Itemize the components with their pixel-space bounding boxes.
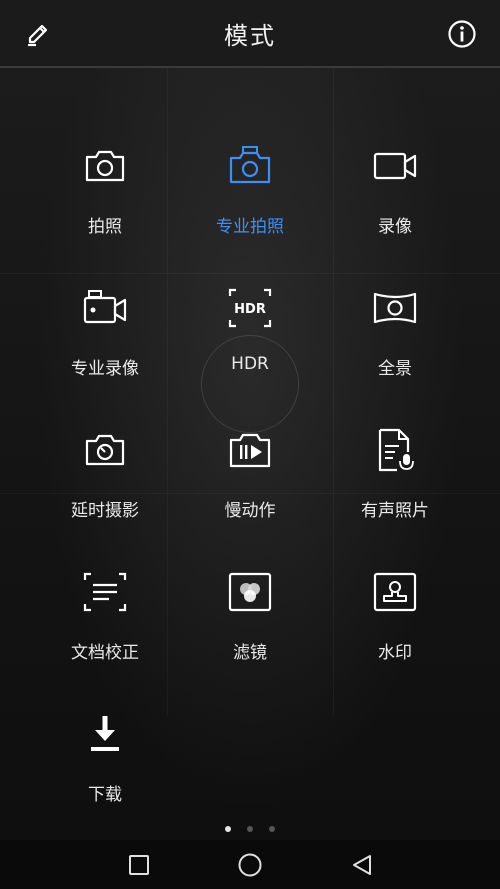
mode-video[interactable]: 录像: [315, 130, 475, 260]
hdr-icon: HDR: [228, 288, 272, 328]
square-icon: [129, 855, 149, 875]
mode-filter[interactable]: 滤镜: [170, 556, 330, 686]
mode-grid: 拍照 专业拍照 录像 专业录像 HDR HDR 全景 延时摄影 慢动作 有声照片…: [0, 66, 500, 826]
page-indicator: [0, 826, 500, 834]
mode-document-correction[interactable]: 文档校正: [25, 556, 185, 686]
pro-camera-icon: [229, 146, 271, 184]
info-button[interactable]: [442, 14, 482, 54]
mode-panorama[interactable]: 全景: [315, 272, 475, 402]
mode-label: 下载: [88, 785, 122, 805]
download-icon: [91, 716, 119, 751]
mode-slow-motion[interactable]: 慢动作: [170, 414, 330, 544]
mode-label: 全景: [378, 359, 412, 379]
back-button[interactable]: [345, 848, 379, 882]
timelapse-icon: [85, 434, 125, 466]
filter-icon: [228, 572, 272, 612]
back-triangle-icon: [353, 855, 371, 875]
recents-button[interactable]: [122, 848, 156, 882]
mode-label: 文档校正: [71, 643, 139, 663]
circle-icon: [238, 853, 262, 877]
mode-pro-photo[interactable]: 专业拍照: [170, 130, 330, 260]
panorama-icon: [373, 292, 417, 324]
page-dot: [269, 826, 275, 832]
mode-label: 慢动作: [224, 501, 276, 521]
camera-icon: [85, 150, 125, 182]
mode-label: 专业录像: [71, 359, 139, 379]
mode-label: HDR: [231, 354, 269, 374]
mode-pro-video[interactable]: 专业录像: [25, 272, 185, 402]
mode-label: 录像: [378, 217, 412, 237]
mode-audio-photo[interactable]: 有声照片: [315, 414, 475, 544]
mode-label: 专业拍照: [216, 217, 284, 237]
mode-label: 拍照: [88, 217, 122, 237]
page-dot: [247, 826, 253, 832]
pro-video-icon: [83, 290, 127, 324]
video-camera-icon: [373, 152, 417, 180]
hdr-badge-text: HDR: [234, 302, 266, 317]
info-icon: [448, 20, 476, 48]
mode-watermark[interactable]: 水印: [315, 556, 475, 686]
slow-motion-icon: [229, 433, 271, 468]
mode-download[interactable]: 下载: [25, 698, 185, 828]
mode-photo[interactable]: 拍照: [25, 130, 185, 260]
document-scan-icon: [83, 572, 127, 612]
page-title: 模式: [224, 22, 276, 50]
audio-photo-icon: [378, 428, 414, 472]
mode-timelapse[interactable]: 延时摄影: [25, 414, 185, 544]
system-nav-bar: [0, 840, 500, 889]
home-button[interactable]: [233, 848, 267, 882]
watermark-icon: [373, 572, 417, 612]
page-dot-active: [225, 826, 231, 832]
mode-header: 模式: [0, 0, 500, 68]
mode-hdr[interactable]: HDR HDR: [170, 272, 330, 402]
mode-label: 有声照片: [361, 501, 429, 521]
mode-label: 延时摄影: [71, 501, 139, 521]
mode-label: 滤镜: [233, 643, 267, 663]
mode-label: 水印: [378, 643, 412, 663]
